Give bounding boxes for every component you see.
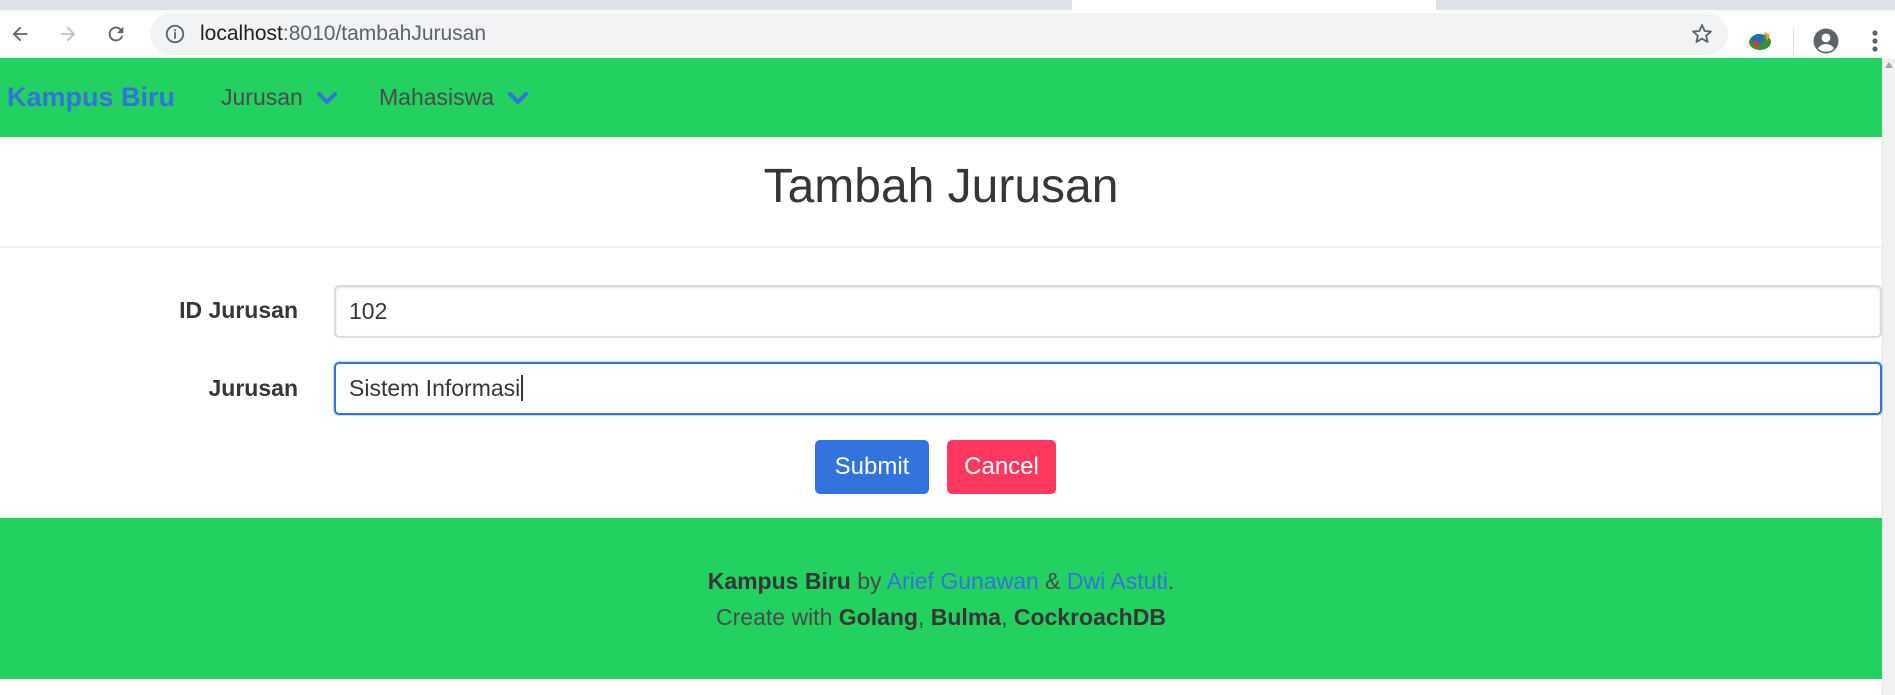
text-caret — [521, 375, 524, 402]
jurusan-input[interactable]: Sistem Informasi — [334, 362, 1882, 415]
footer-period: . — [1167, 568, 1175, 594]
footer-comma: , — [917, 604, 931, 630]
forward-arrow-icon[interactable] — [52, 18, 84, 50]
profile-icon[interactable] — [1811, 26, 1841, 61]
nav-item-jurusan[interactable]: Jurusan — [221, 58, 337, 137]
footer-amp: & — [1038, 568, 1067, 594]
page-title: Tambah Jurusan — [763, 160, 1119, 213]
navbar-brand[interactable]: Kampus Biru — [7, 58, 175, 137]
id-jurusan-input[interactable]: 102 — [334, 285, 1882, 338]
author-link-arief[interactable]: Arief Gunawan — [887, 568, 1039, 594]
jurusan-value: Sistem Informasi — [349, 375, 521, 401]
url-path: :8010/tambahJurusan — [282, 22, 487, 45]
back-arrow-icon[interactable] — [4, 18, 36, 50]
address-bar[interactable]: localhost:8010/tambahJurusan — [150, 13, 1728, 55]
extension-icon[interactable] — [1746, 28, 1774, 57]
toolbar-separator — [1793, 29, 1794, 55]
scroll-up-arrow-icon[interactable] — [1885, 62, 1893, 68]
page-footer: Kampus Biru by Arief Gunawan & Dwi Astut… — [0, 518, 1882, 679]
page-scrollbar[interactable] — [1882, 58, 1895, 695]
star-icon[interactable] — [1690, 22, 1714, 51]
active-tab[interactable] — [1072, 0, 1436, 10]
nav-item-label: Mahasiswa — [379, 84, 495, 110]
browser-toolbar: localhost:8010/tambahJurusan — [0, 10, 1895, 58]
url-host: localhost — [200, 22, 283, 45]
submit-button[interactable]: Submit — [815, 440, 929, 494]
tech-cockroachdb: CockroachDB — [1013, 604, 1166, 630]
nav-item-mahasiswa[interactable]: Mahasiswa — [379, 58, 529, 137]
chevron-down-icon — [508, 91, 529, 105]
footer-comma: , — [1001, 604, 1014, 630]
footer-tech: Create with Golang, Bulma, CockroachDB — [0, 599, 1882, 635]
menu-dots-icon[interactable] — [1865, 26, 1885, 61]
info-icon[interactable] — [164, 23, 186, 50]
tech-bulma: Bulma — [930, 604, 1002, 630]
footer-credits: Kampus Biru by Arief Gunawan & Dwi Astut… — [0, 518, 1882, 599]
top-navbar: Kampus Biru Jurusan Mahasiswa — [0, 58, 1882, 137]
cancel-button[interactable]: Cancel — [947, 440, 1056, 494]
jurusan-label: Jurusan — [208, 375, 298, 401]
nav-item-label: Jurusan — [221, 84, 303, 110]
chevron-down-icon — [316, 91, 337, 105]
footer-create-with: Create with — [716, 604, 839, 630]
footer-brand: Kampus Biru — [707, 568, 851, 594]
tech-golang: Golang — [838, 604, 918, 630]
reload-icon[interactable] — [100, 18, 132, 50]
tab-strip — [0, 0, 1895, 10]
section-divider — [0, 246, 1882, 248]
url-text: localhost:8010/tambahJurusan — [200, 13, 486, 55]
footer-by: by — [850, 568, 887, 594]
id-jurusan-label: ID Jurusan — [179, 297, 298, 323]
browser-chrome: localhost:8010/tambahJurusan — [0, 0, 1895, 58]
author-link-dwi[interactable]: Dwi Astuti — [1067, 568, 1168, 594]
id-jurusan-value: 102 — [349, 298, 388, 324]
page-header: Tambah Jurusan — [0, 137, 1882, 247]
